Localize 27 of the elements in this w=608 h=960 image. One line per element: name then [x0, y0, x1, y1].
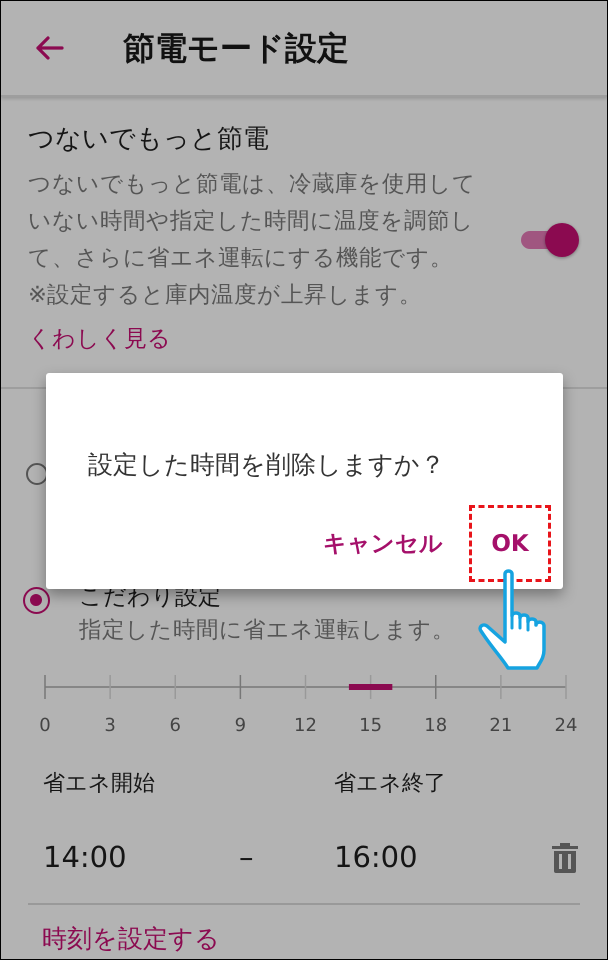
- tick-label: 12: [294, 715, 317, 736]
- note-text: ※設定すると庫内温度が上昇します。: [28, 281, 423, 310]
- set-time-link[interactable]: 時刻を設定する: [42, 921, 220, 957]
- back-arrow-icon[interactable]: [34, 35, 64, 61]
- description-text: つないでもっと節電は、冷蔵庫を使用していない時間や指定した時間に温度を調節して、さらに省エネ運転にする機能です。: [28, 170, 477, 273]
- dialog-message: 設定した時間を削除しますか？: [88, 449, 445, 481]
- tick-label: 0: [39, 715, 51, 736]
- option-description: 指定した時間に省エネ運転します。: [79, 616, 455, 645]
- details-link[interactable]: くわしく見る: [28, 321, 171, 357]
- tick-label: 9: [234, 715, 246, 736]
- section-title: つないでもっと節電: [28, 123, 270, 156]
- screen-title: 節電モード設定: [123, 28, 349, 68]
- start-time[interactable]: 14:00: [43, 837, 239, 877]
- time-separator: –: [239, 839, 254, 876]
- tick-label: 6: [170, 715, 181, 736]
- trash-icon[interactable]: [551, 841, 579, 873]
- end-label: 省エネ終了: [334, 770, 446, 798]
- tick-label: 24: [554, 715, 578, 736]
- radio-button[interactable]: [23, 587, 50, 614]
- start-label: 省エネ開始: [43, 770, 156, 798]
- tick-label: 3: [104, 715, 116, 736]
- tick-label: 15: [359, 715, 382, 736]
- dialog-button[interactable]: キャンセル: [317, 508, 449, 578]
- tick-label: 21: [489, 715, 512, 736]
- end-time[interactable]: 16:00: [334, 837, 418, 877]
- tick-label: 18: [424, 715, 448, 736]
- time-range-bar: [348, 684, 392, 690]
